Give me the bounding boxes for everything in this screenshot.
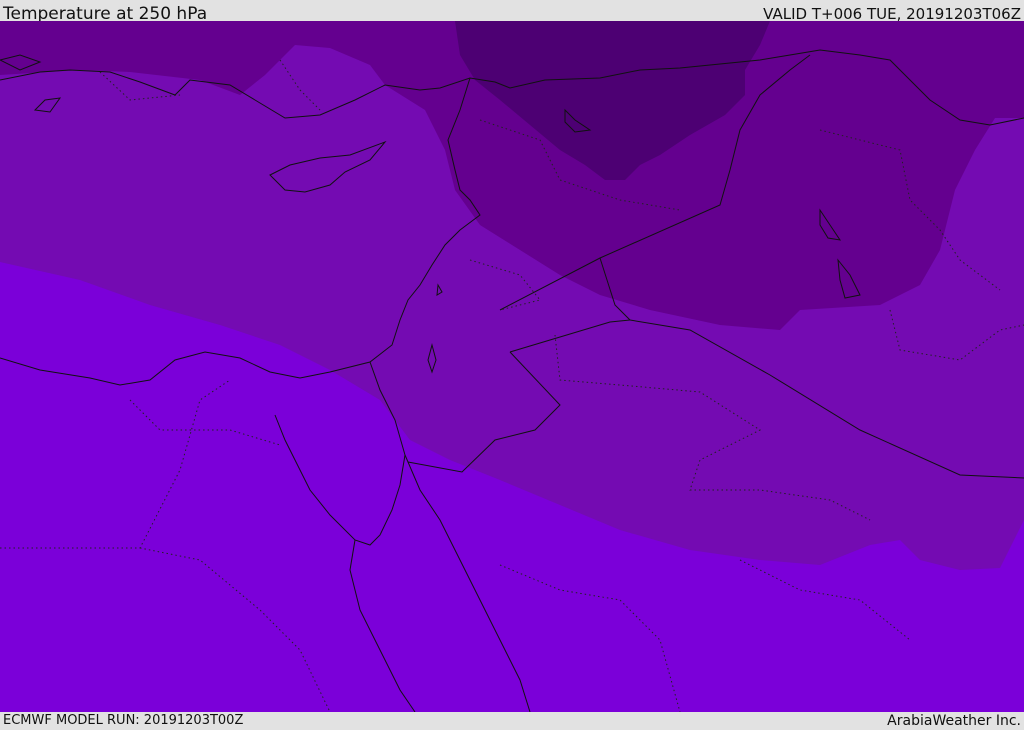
- model-run-label: ECMWF MODEL RUN: 20191203T00Z: [3, 713, 244, 728]
- bottom-bar: ECMWF MODEL RUN: 20191203T00Z ArabiaWeat…: [0, 712, 1024, 729]
- temperature-map[interactable]: [0, 21, 1024, 712]
- map-panel[interactable]: [0, 21, 1024, 712]
- top-bar: Temperature at 250 hPa VALID T+006 TUE, …: [0, 0, 1024, 24]
- credit-label: ArabiaWeather Inc.: [887, 713, 1021, 729]
